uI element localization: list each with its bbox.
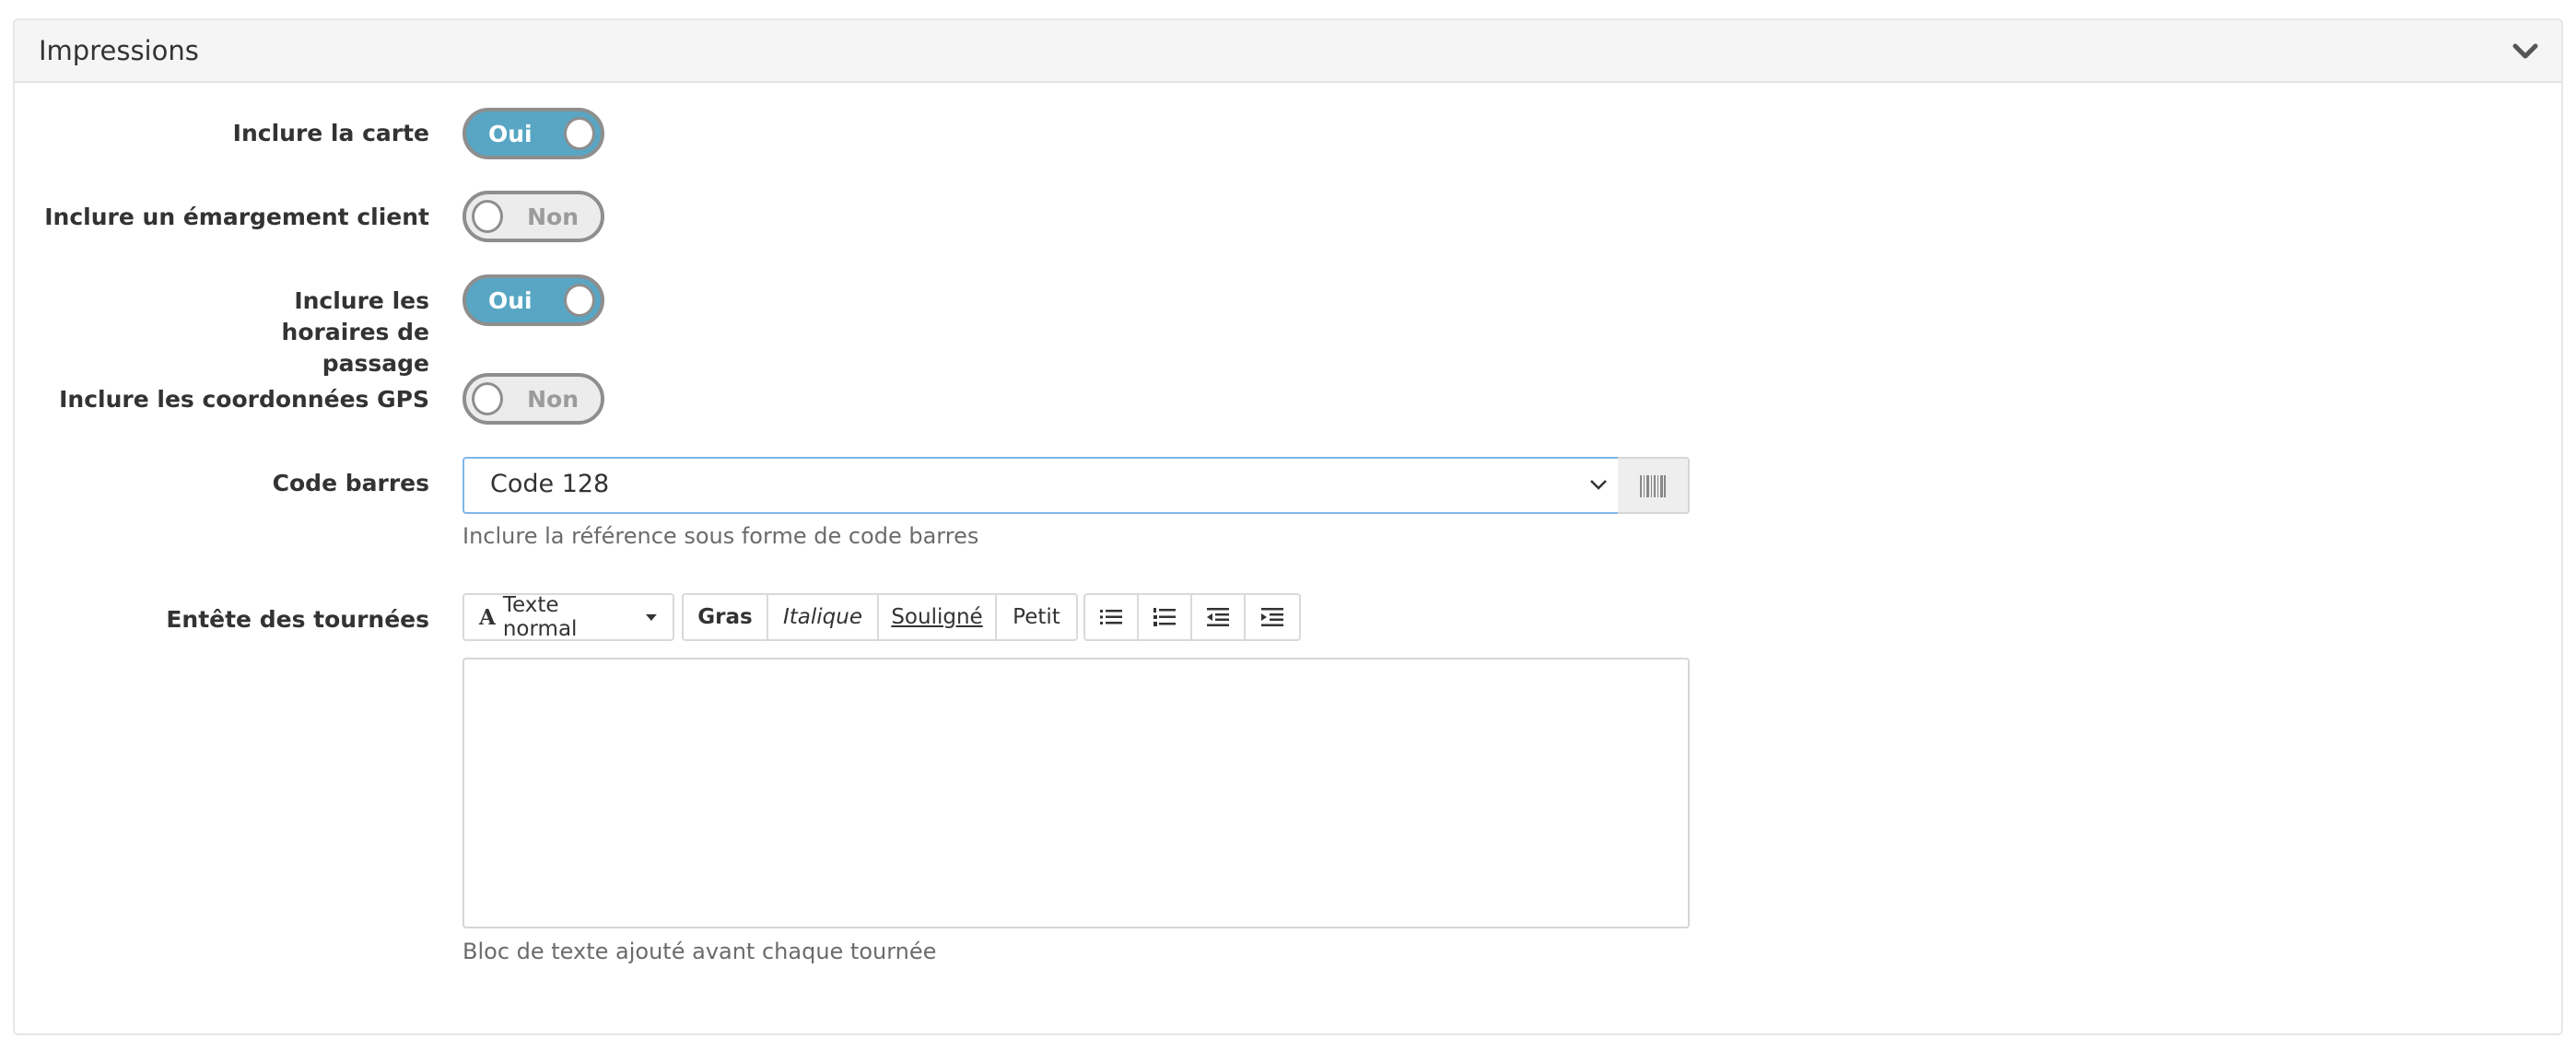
style-dropdown-label: Texte normal [502,593,578,641]
barcode-select[interactable]: Code 128 [463,457,1620,514]
indent-button[interactable] [1246,595,1299,639]
include-schedule-toggle[interactable]: Oui [463,274,604,326]
style-dropdown-button[interactable]: A Texte normal [464,593,673,641]
toggle-knob [472,200,503,233]
include-signature-toggle[interactable]: Non [463,191,604,242]
panel-title: Impressions [39,35,199,66]
caret-down-icon [646,614,658,621]
barcode-icon [1640,475,1666,497]
include-map-label: Inclure la carte [232,120,429,146]
barcode-help: Inclure la référence sous forme de code … [463,523,979,549]
style-dropdown-group: A Texte normal [463,593,674,641]
toggle-text: Oui [488,121,533,147]
toggle-knob [472,382,503,415]
unordered-list-icon [1100,610,1122,624]
outdent-icon [1207,608,1229,626]
bold-button[interactable]: Gras [684,595,768,639]
chevron-down-icon [1590,480,1607,490]
indent-icon [1261,608,1283,626]
panel-header[interactable]: Impressions [15,20,2561,83]
include-schedule-label: Inclure les horaires de passage [281,287,429,377]
barcode-label: Code barres [272,470,429,496]
toggle-text: Non [527,386,579,413]
tour-header-help: Bloc de texte ajouté avant chaque tourné… [463,939,937,964]
toggle-knob [564,117,595,150]
ordered-list-button[interactable] [1139,595,1192,639]
underline-button[interactable]: Souligné [879,595,997,639]
font-icon: A [479,604,496,630]
format-button-group: Gras Italique Souligné Petit [682,593,1078,641]
ordered-list-icon [1153,608,1176,626]
tour-header-editor[interactable] [463,658,1690,928]
toggle-knob [564,284,595,317]
tour-header-label: Entête des tournées [166,606,429,633]
toggle-text: Non [527,204,579,230]
toggle-text: Oui [488,287,533,314]
include-gps-toggle[interactable]: Non [463,373,604,425]
barcode-addon[interactable] [1618,457,1690,514]
include-gps-label: Inclure les coordonnées GPS [59,386,429,413]
include-map-toggle[interactable]: Oui [463,108,604,159]
small-button[interactable]: Petit [997,595,1076,639]
list-button-group [1083,593,1301,641]
italic-button[interactable]: Italique [768,595,879,639]
unordered-list-button[interactable] [1085,595,1139,639]
include-signature-label: Inclure un émargement client [44,204,429,230]
barcode-select-value: Code 128 [490,470,610,498]
outdent-button[interactable] [1192,595,1246,639]
chevron-down-icon[interactable] [2512,41,2539,63]
